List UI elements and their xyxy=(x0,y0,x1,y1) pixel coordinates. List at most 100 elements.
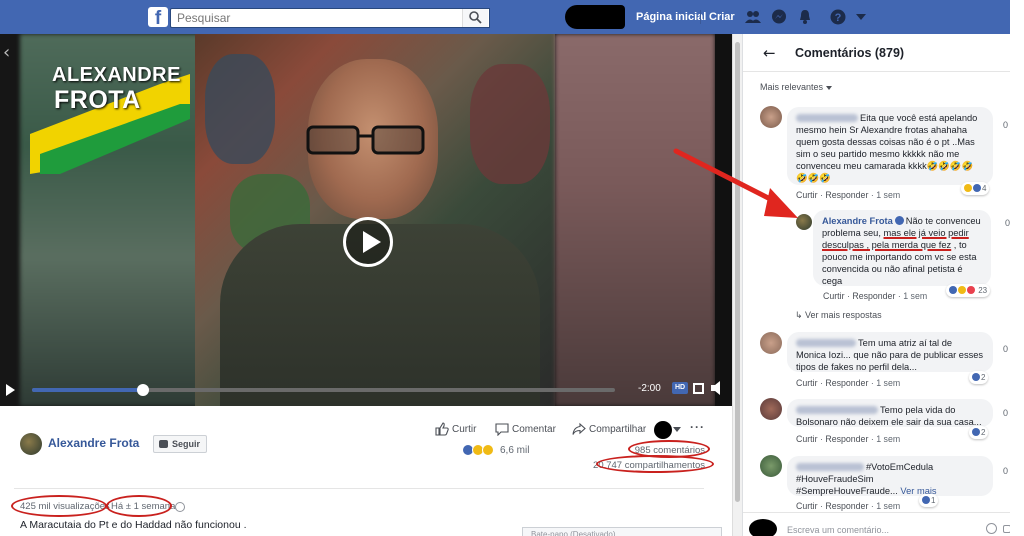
annotation-ellipse xyxy=(106,495,172,517)
video-progress-bar[interactable] xyxy=(32,384,615,396)
redacted-share-avatar[interactable] xyxy=(654,421,672,439)
comment-text-line: tipos de fakes no perfil dela... xyxy=(796,362,917,372)
comment-reply-link[interactable]: Responder xyxy=(825,378,868,388)
messenger-icon[interactable] xyxy=(771,9,787,25)
play-button[interactable] xyxy=(343,217,393,267)
annotation-ellipse xyxy=(11,495,107,517)
comment-time[interactable]: 1 sem xyxy=(876,434,900,444)
globe-icon xyxy=(175,502,185,512)
reply-text: , to xyxy=(951,240,967,250)
more-options-icon[interactable]: ··· xyxy=(690,420,705,434)
comment-reactions[interactable]: 2 xyxy=(969,371,989,384)
like-label: Curtir xyxy=(452,424,477,435)
create-link[interactable]: Criar xyxy=(709,11,735,23)
comment-text-line: Temo pela vida do xyxy=(880,405,956,415)
share-label: Compartilhar xyxy=(589,424,647,435)
reply-reply-link[interactable]: Responder xyxy=(852,291,895,301)
comment-reply-link[interactable]: Responder xyxy=(825,434,868,444)
reply-like-link[interactable]: Curtir xyxy=(823,291,845,301)
comment-reply-link[interactable]: Responder xyxy=(825,501,868,511)
fullscreen-icon[interactable] xyxy=(693,383,704,394)
friends-icon[interactable] xyxy=(745,9,761,25)
comment-reply-link[interactable]: Responder xyxy=(825,190,868,200)
sort-dropdown[interactable]: Mais relevantes xyxy=(760,82,833,92)
post-description: A Maracutaia do Pt e do Haddad não funci… xyxy=(20,519,247,531)
comment-hashtag[interactable]: #SempreHouveFraude... xyxy=(796,486,898,496)
svg-text:?: ? xyxy=(835,12,842,24)
comment-hashtag[interactable]: #HouveFraudeSim xyxy=(796,474,874,484)
reply-text: Não te convenceu xyxy=(905,216,981,226)
search-button[interactable] xyxy=(462,9,488,27)
follow-button[interactable]: Seguir xyxy=(153,435,208,453)
help-icon[interactable]: ? xyxy=(830,9,846,25)
reply-author-name[interactable]: Alexandre Frota xyxy=(822,216,893,226)
wow-reaction-icon xyxy=(482,444,494,456)
home-link[interactable]: Página inicial xyxy=(636,11,706,23)
facebook-logo-icon[interactable]: f xyxy=(148,7,168,27)
comment-hashtag[interactable]: #VotoEmCedula xyxy=(866,462,933,472)
follow-icon xyxy=(159,440,168,448)
comments-panel: ← Comentários (879) Mais relevantes Eita… xyxy=(742,34,1011,536)
comment-actions: Curtir · Responder · 1 sem xyxy=(796,434,901,444)
redacted-commenter-name[interactable] xyxy=(796,463,864,471)
commenter-avatar[interactable] xyxy=(760,398,782,420)
comment-like-link[interactable]: Curtir xyxy=(796,501,818,511)
commenter-avatar[interactable] xyxy=(760,106,782,128)
commenter-avatar[interactable] xyxy=(760,455,782,477)
comment-bubble: Temo pela vida do Bolsonaro não deixem e… xyxy=(787,399,993,427)
control-play-icon[interactable] xyxy=(6,384,15,396)
volume-icon[interactable] xyxy=(711,381,723,395)
notifications-icon[interactable] xyxy=(797,9,813,25)
comments-header: ← Comentários (879) xyxy=(743,34,1011,72)
page-edge xyxy=(1010,0,1024,536)
comment-text-line: convenceu meu camarada kkkk🤣🤣🤣🤣 xyxy=(796,161,974,171)
glasses-shape xyxy=(306,125,425,155)
reaction-count[interactable]: 6,6 mil xyxy=(500,445,529,456)
comment-reactions[interactable]: 1 xyxy=(919,494,939,507)
comment-actions: Curtir · Responder · 1 sem xyxy=(796,378,901,388)
comment-reactions[interactable]: 4 xyxy=(961,182,990,195)
commenter-avatar[interactable] xyxy=(760,332,782,354)
page-scrollbar[interactable] xyxy=(732,34,742,536)
hd-quality-icon[interactable]: HD xyxy=(672,382,688,394)
comment-like-link[interactable]: Curtir xyxy=(796,378,818,388)
brand-name-line1: ALEXANDRE xyxy=(52,64,181,86)
progress-scrubber[interactable] xyxy=(136,384,149,396)
comment-input[interactable]: Escreva um comentário... xyxy=(787,525,889,535)
see-more-replies-link[interactable]: Ver mais respostas xyxy=(795,310,882,321)
redacted-commenter-name[interactable] xyxy=(796,114,858,122)
reply-reactions[interactable]: 23 xyxy=(946,284,991,297)
redacted-profile-avatar[interactable] xyxy=(565,5,625,29)
comment-time[interactable]: 1 sem xyxy=(876,378,900,388)
search-input[interactable]: Pesquisar xyxy=(170,8,490,28)
comment-reaction-count: 4 xyxy=(982,184,987,193)
redacted-commenter-name[interactable] xyxy=(796,339,856,347)
account-menu-caret-icon[interactable] xyxy=(856,13,866,21)
reply-time[interactable]: 1 sem xyxy=(903,291,927,301)
comment-text-line: Tem uma atriz aí tal de xyxy=(858,338,953,348)
comment-bubble: #VotoEmCedula #HouveFraudeSim #SempreHou… xyxy=(787,456,993,496)
video-player[interactable]: ALEXANDRE FROTA ‹ -2:00 HD xyxy=(0,34,732,406)
comments-title: Comentários (879) xyxy=(795,46,905,60)
page-name-link[interactable]: Alexandre Frota xyxy=(48,436,139,450)
previous-video-icon[interactable]: ‹ xyxy=(3,42,10,63)
share-menu-caret-icon[interactable] xyxy=(673,427,681,432)
share-action[interactable]: Compartilhar xyxy=(572,422,647,435)
back-arrow-icon[interactable]: ← xyxy=(763,44,776,62)
brand-name-line2: FROTA xyxy=(54,86,141,114)
scrollbar-thumb[interactable] xyxy=(735,42,740,502)
redacted-commenter-name[interactable] xyxy=(796,406,878,414)
chat-box[interactable]: Bate-papo (Desativado) xyxy=(522,527,722,536)
reply-text: cega xyxy=(822,276,843,286)
comment-reactions[interactable]: 2 xyxy=(969,426,989,439)
page-avatar[interactable] xyxy=(20,433,42,455)
like-action[interactable]: Curtir xyxy=(435,422,477,436)
comment-action[interactable]: Comentar xyxy=(495,423,556,436)
comment-time[interactable]: 1 sem xyxy=(876,190,900,200)
comment-time[interactable]: 1 sem xyxy=(876,501,900,511)
emoji-icon[interactable] xyxy=(986,523,997,534)
comment-like-link[interactable]: Curtir xyxy=(796,434,818,444)
post-details: Alexandre Frota Seguir Curtir Comentar C… xyxy=(0,406,732,536)
reply-text: convencida ou não afinal petista é xyxy=(822,264,963,274)
reply-reaction-count: 23 xyxy=(978,286,988,295)
